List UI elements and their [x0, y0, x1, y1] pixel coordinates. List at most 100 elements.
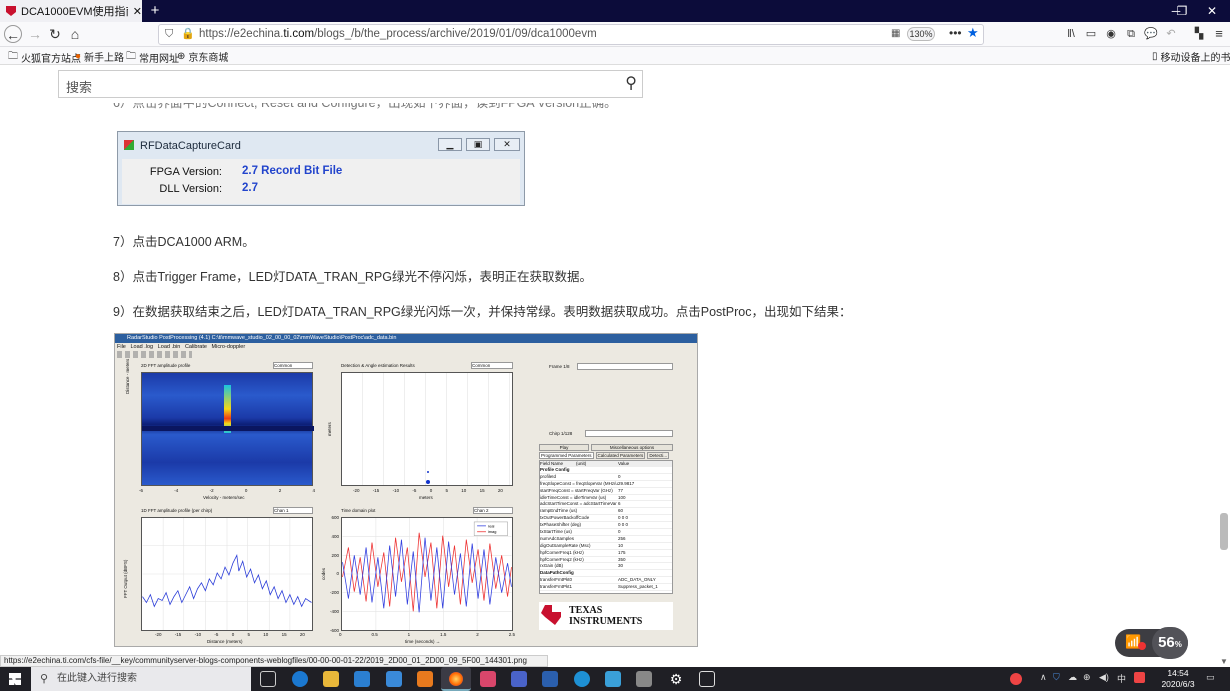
volume-icon[interactable]: ◀): [1099, 672, 1109, 683]
qr-icon[interactable]: ▦: [891, 28, 900, 39]
notification-icon[interactable]: ▭: [1206, 672, 1215, 683]
table-row: transferFmtPkt0 ADC_DATA_ONLY: [540, 577, 672, 585]
taskbar-search-text: 在此键入进行搜索: [57, 673, 137, 684]
p3-ylabel: FFT Output (dBFS): [123, 559, 128, 598]
windows-start-icon[interactable]: [9, 673, 21, 685]
reload-button[interactable]: ↻: [46, 25, 64, 43]
firefox-icon: [449, 672, 463, 686]
back-button[interactable]: ←: [4, 25, 22, 43]
zero-doppler-band: [142, 426, 314, 431]
url-bar[interactable]: ⛉ 🔒 https://e2echina.ti.com/blogs_/b/the…: [158, 24, 984, 45]
home-button[interactable]: ⌂: [66, 25, 84, 43]
matlab-icon[interactable]: [417, 671, 433, 687]
bookmark-item[interactable]: 🗀 常用网址: [126, 49, 179, 66]
p4-ylabel: codes: [321, 567, 326, 580]
panel1-dropdown: Common: [273, 362, 313, 369]
close-icon: ✕: [494, 138, 520, 151]
legend-imag: imag: [488, 529, 496, 534]
menu-icon[interactable]: ≡: [1210, 25, 1228, 43]
settings-icon[interactable]: ⚙: [668, 671, 684, 687]
photo-icon[interactable]: [605, 671, 621, 687]
url-text: https://e2echina.ti.com/blogs_/b/the_pro…: [199, 28, 597, 40]
p2-xticks: -20 -15 -10 -5 0 5 10 15 20: [353, 488, 503, 493]
step-8: 8）点击Trigger Frame，LED灯DATA_TRAN_RPG绿光不停闪…: [113, 270, 592, 284]
table-row: numAdcSamples 256: [540, 536, 672, 543]
clock[interactable]: 14:54 2020/6/3: [1160, 668, 1196, 690]
store-icon[interactable]: [354, 671, 370, 687]
bookmark-item[interactable]: ● 新手上路: [75, 49, 124, 64]
network-icon[interactable]: ⊕: [1083, 672, 1091, 683]
sidebar-icon[interactable]: ▭: [1082, 25, 1100, 43]
restore-button[interactable]: ❐: [1170, 0, 1194, 22]
bookmark-item[interactable]: 🗀 火狐官方站点: [8, 49, 81, 66]
site-search[interactable]: 搜索 ⚲: [58, 70, 643, 98]
tab-close-icon[interactable]: ✕: [133, 5, 142, 18]
taskbar: ⚲ 在此键入进行搜索 ⚙ ∧ ⛉ ☁ ⊕ ◀) 中 14:54 2020/6/3 …: [0, 667, 1230, 691]
frame-slider: [577, 363, 673, 370]
shield-icon[interactable]: ⛉: [1053, 672, 1060, 683]
dll-value: 2.7: [242, 182, 258, 194]
close-window-button[interactable]: ✕: [1194, 0, 1230, 22]
firefox-taskbar-item[interactable]: [441, 667, 471, 691]
mail-icon[interactable]: [386, 671, 402, 687]
browser-tab[interactable]: DCA1000EVM使用指南 - 嵌入... ✕: [0, 0, 142, 22]
ie-icon[interactable]: [574, 671, 590, 687]
taskbar-search[interactable]: ⚲ 在此键入进行搜索: [31, 667, 251, 691]
table-row: startFreqConst = startFreqVar (GHz) 77: [540, 488, 672, 495]
fpga-value: 2.7 Record Bit File: [242, 165, 343, 177]
forward-button[interactable]: →: [26, 25, 44, 43]
rf-data-capture-card-image: RFDataCaptureCard ▁ ▣ ✕ FPGA Version: 2.…: [117, 131, 525, 206]
chat-icon[interactable]: 💬: [1142, 25, 1160, 43]
task-view-icon[interactable]: [260, 671, 276, 687]
fpga-label: FPGA Version:: [149, 166, 222, 178]
rf-card-body: FPGA Version: 2.7 Record Bit File DLL Ve…: [122, 159, 520, 204]
ime-indicator[interactable]: 中: [1117, 672, 1126, 685]
fft-plot: [141, 517, 313, 631]
word-icon[interactable]: [542, 671, 558, 687]
app-icon[interactable]: [511, 671, 527, 687]
table-row: Profile Config: [540, 467, 672, 474]
bookmark-star-icon[interactable]: ★: [967, 25, 979, 41]
file-explorer-icon[interactable]: [323, 671, 339, 687]
antivirus-icon[interactable]: [1010, 673, 1022, 685]
misc-options-button: Miscellaneous options: [591, 444, 673, 451]
p2-xlabel: meters: [419, 495, 433, 500]
tray-up-icon[interactable]: ∧: [1040, 672, 1047, 683]
page-actions-icon[interactable]: •••: [949, 26, 962, 40]
scroll-down-arrow[interactable]: ▼: [1220, 657, 1228, 666]
p1-xlabel: Velocity - meters/sec: [203, 495, 245, 500]
undo-icon[interactable]: ↶: [1162, 25, 1180, 43]
mobile-bookmarks[interactable]: ▯移动设备上的书签: [1152, 49, 1230, 64]
param-table: Field Name (unit) Value Profile Config prof…: [539, 460, 673, 594]
app-icon: [124, 140, 134, 150]
search-input[interactable]: 搜索: [66, 77, 92, 96]
ti-logo-line2: INSTRUMENTS: [569, 616, 643, 627]
extensions-icon[interactable]: ▚: [1190, 25, 1208, 43]
chart-app-icon[interactable]: [480, 671, 496, 687]
snipping-icon[interactable]: [699, 671, 715, 687]
page-scrollbar[interactable]: [1220, 513, 1228, 550]
terminal-icon[interactable]: [636, 671, 652, 687]
table-row: idleTimeConst = idleTimeVar (us) 100: [540, 495, 672, 502]
edge-icon[interactable]: [292, 671, 308, 687]
shield-icon[interactable]: ⛉: [165, 28, 173, 41]
p2-ylabel: meters: [327, 422, 332, 436]
account-icon[interactable]: ◉: [1102, 25, 1120, 43]
table-row: rampEndTime (us) 60: [540, 508, 672, 516]
library-icon[interactable]: ‖\: [1062, 25, 1080, 43]
zoom-indicator[interactable]: 130%: [907, 27, 935, 41]
cloud-icon[interactable]: ☁: [1068, 672, 1077, 683]
search-icon[interactable]: ⚲: [625, 73, 637, 93]
panel1-title: 2D FFT amplitude profile: [141, 363, 191, 368]
lock-icon[interactable]: 🔒: [181, 27, 195, 40]
new-tab-button[interactable]: +: [146, 2, 164, 20]
blocked-icon: [1138, 642, 1146, 650]
p4-xlabel: time (seconds) →: [405, 639, 441, 644]
table-row: adcStartTimeConst = adcStartTimeVar (us)…: [540, 501, 672, 509]
legend-real: real: [488, 523, 495, 528]
bookmark-item[interactable]: ⊕ 京东商城: [177, 49, 228, 64]
screenshot-icon[interactable]: ⧉: [1122, 25, 1140, 43]
sogou-icon[interactable]: [1134, 672, 1145, 683]
postproc-menu: File Load .log Load .bin Calibrate Micro…: [117, 344, 246, 350]
search-icon: ⚲: [40, 673, 49, 685]
